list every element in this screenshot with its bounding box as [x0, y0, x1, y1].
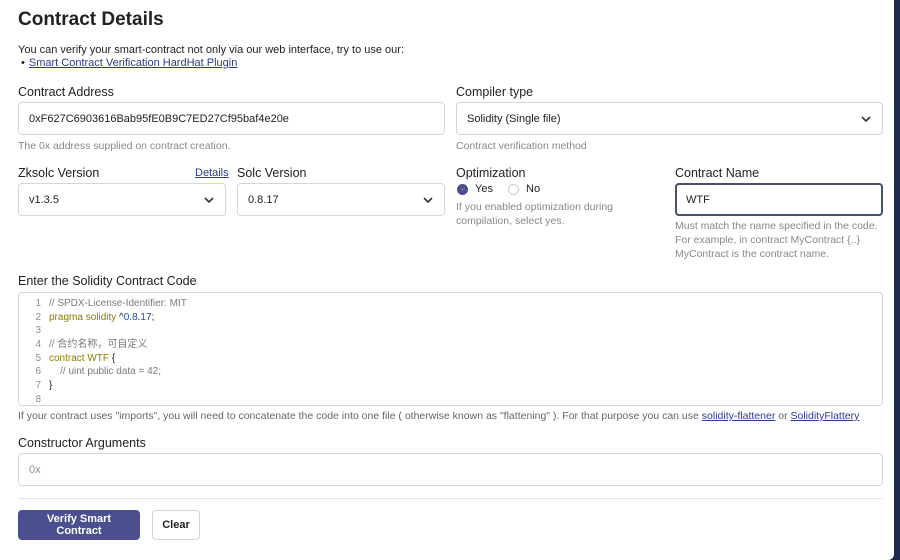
- contract-address-label: Contract Address: [18, 85, 114, 99]
- chevron-down-icon: [203, 194, 215, 206]
- compiler-type-value: Solidity (Single file): [467, 112, 561, 125]
- chevron-down-icon: [860, 113, 872, 125]
- optimization-yes-option[interactable]: Yes: [457, 183, 493, 195]
- flatten-note-or: or: [778, 410, 788, 422]
- code-line: 4 // 合约名称，可自定义: [19, 338, 882, 352]
- optimization-no-label: No: [526, 183, 541, 195]
- solidity-flattener-link[interactable]: solidity-flattener: [702, 410, 776, 422]
- constructor-args-label: Constructor Arguments: [18, 436, 146, 450]
- code-line-text: }: [49, 380, 53, 392]
- code-line: 5 contract WTF {: [19, 352, 882, 366]
- solc-version-select[interactable]: 0.8.17: [237, 183, 445, 216]
- contract-name-help-line: MyContract is the contract name.: [675, 248, 830, 260]
- code-line: 7}: [19, 379, 882, 393]
- contract-address-input[interactable]: 0xF627C6903616Bab95fE0B9C7ED27Cf95baf4e2…: [18, 102, 445, 135]
- radio-unchecked-icon[interactable]: [508, 183, 519, 195]
- line-number: 7: [35, 380, 41, 392]
- contract-name-help-line: Must match the name specified in the cod…: [675, 220, 878, 232]
- zksolc-details-link[interactable]: Details: [195, 167, 229, 179]
- contract-details-card: Contract Details You can verify your sma…: [0, 0, 894, 560]
- code-line-text: // SPDX-License-Identifier: MIT: [49, 298, 187, 309]
- code-line-text: contract WTF {: [49, 352, 116, 364]
- code-line: 2 pragma solidity ^0.8.17;: [19, 311, 882, 325]
- solc-version-label: Solc Version: [237, 166, 307, 180]
- page-title: Contract Details: [18, 9, 164, 30]
- zksolc-version-label: Zksolc Version: [18, 166, 100, 180]
- code-line-text: // 合约名称，可自定义: [49, 339, 148, 351]
- optimization-help-line: If you enabled optimization during: [456, 201, 614, 213]
- line-number: 8: [35, 393, 41, 405]
- constructor-args-placeholder: 0x: [29, 463, 41, 476]
- flatten-note: If your contract uses "imports", you wil…: [18, 410, 859, 422]
- code-line-text: pragma solidity ^0.8.17;: [49, 311, 155, 323]
- plugin-list-item: • Smart Contract Verification HardHat Plu…: [21, 57, 238, 69]
- hardhat-plugin-link[interactable]: Smart Contract Verification HardHat Plug…: [29, 57, 237, 69]
- intro-text: You can verify your smart-contract not o…: [18, 44, 404, 56]
- contract-name-help: Must match the name specified in the cod…: [675, 219, 878, 261]
- contract-name-help-line: For example, in contract MyContract {..}: [675, 234, 860, 246]
- radio-checked-icon[interactable]: [457, 183, 468, 195]
- code-line: 8: [19, 393, 882, 407]
- line-number: 4: [35, 339, 41, 351]
- contract-name-value: WTF: [686, 193, 710, 206]
- zksolc-version-select[interactable]: v1.3.5: [18, 183, 226, 216]
- divider: [18, 498, 883, 499]
- contract-address-value: 0xF627C6903616Bab95fE0B9C7ED27Cf95baf4e2…: [29, 112, 289, 125]
- optimization-help: If you enabled optimization during compi…: [456, 200, 613, 228]
- line-number: 5: [35, 352, 41, 364]
- code-editor-label: Enter the Solidity Contract Code: [18, 274, 197, 288]
- verify-button[interactable]: Verify Smart Contract: [18, 510, 140, 540]
- contract-name-label: Contract Name: [675, 166, 760, 180]
- solc-version-value: 0.8.17: [248, 193, 279, 206]
- optimization-help-line: compilation, select yes.: [456, 215, 565, 227]
- line-number: 6: [35, 366, 41, 378]
- clear-button[interactable]: Clear: [152, 510, 200, 540]
- optimization-yes-label: Yes: [475, 183, 493, 195]
- optimization-label: Optimization: [456, 166, 526, 180]
- code-line-text: // uint public data = 42;: [60, 366, 162, 378]
- zksolc-version-value: v1.3.5: [29, 193, 59, 206]
- contract-name-input[interactable]: WTF: [675, 183, 883, 216]
- line-number: 3: [35, 325, 41, 337]
- line-number: 1: [35, 298, 41, 309]
- compiler-type-label: Compiler type: [456, 85, 534, 99]
- contract-address-help: The 0x address supplied on contract crea…: [18, 140, 231, 152]
- optimization-no-option[interactable]: No: [508, 183, 540, 195]
- code-line: 1 // SPDX-License-Identifier: MIT: [19, 297, 882, 311]
- code-editor[interactable]: 1 // SPDX-License-Identifier: MIT 2 pragma …: [18, 292, 883, 406]
- code-line: 6 // uint public data = 42;: [19, 365, 882, 379]
- compiler-type-help: Contract verification method: [456, 140, 587, 152]
- line-number: 2: [35, 311, 41, 323]
- compiler-type-select[interactable]: Solidity (Single file): [456, 102, 883, 135]
- solidity-flattery-link[interactable]: SolidityFlattery: [791, 410, 860, 422]
- flatten-note-text: If your contract uses "imports", you wil…: [18, 410, 699, 422]
- code-line: 3: [19, 324, 882, 338]
- constructor-args-input[interactable]: 0x: [18, 453, 883, 486]
- chevron-down-icon: [422, 194, 434, 206]
